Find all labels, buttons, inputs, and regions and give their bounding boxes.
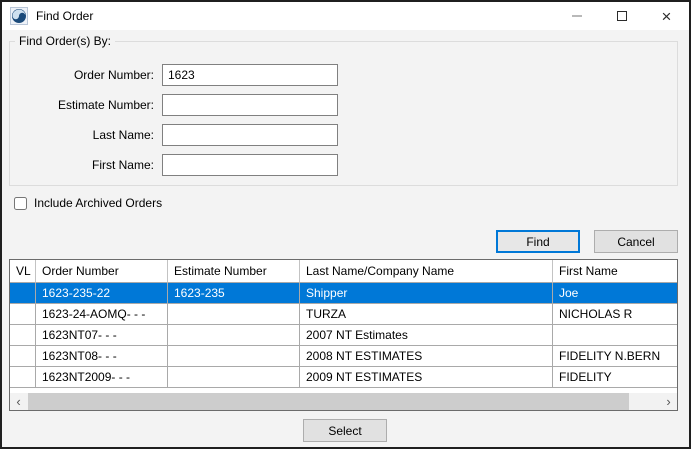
close-icon: × bbox=[661, 6, 672, 26]
cell-first-name: FIDELITY bbox=[553, 367, 677, 388]
horizontal-scrollbar[interactable]: ‹ › bbox=[10, 393, 677, 410]
table-row[interactable]: 1623NT2009- - - 2009 NT ESTIMATES FIDELI… bbox=[10, 367, 677, 388]
cell-order-number: 1623-24-AOMQ- - - bbox=[36, 304, 168, 325]
order-number-label: Order Number: bbox=[73, 68, 154, 82]
window-title: Find Order bbox=[36, 9, 94, 23]
order-number-input[interactable] bbox=[162, 64, 338, 86]
cell-last-name: 2008 NT ESTIMATES bbox=[300, 346, 553, 367]
col-header-estimate-number[interactable]: Estimate Number bbox=[168, 260, 300, 283]
first-name-row: First Name: bbox=[10, 154, 338, 176]
cell-order-number: 1623-235-22 bbox=[36, 283, 168, 304]
window-controls: × bbox=[554, 2, 689, 30]
minimize-icon bbox=[571, 15, 582, 17]
last-name-label: Last Name: bbox=[92, 128, 154, 142]
order-number-row: Order Number: bbox=[10, 64, 338, 86]
include-archived-checkbox[interactable] bbox=[14, 196, 27, 210]
table-header-row: VL Order Number Estimate Number Last Nam… bbox=[10, 260, 677, 283]
select-button[interactable]: Select bbox=[303, 419, 387, 442]
find-button[interactable]: Find bbox=[496, 230, 580, 253]
maximize-icon bbox=[616, 11, 627, 21]
scroll-right-arrow-icon[interactable]: › bbox=[660, 393, 677, 410]
cell-first-name bbox=[553, 325, 677, 346]
estimate-number-input[interactable] bbox=[162, 94, 338, 116]
cell-last-name: TURZA bbox=[300, 304, 553, 325]
cell-estimate-number bbox=[168, 346, 300, 367]
estimate-number-label: Estimate Number: bbox=[57, 98, 154, 112]
cell-vl bbox=[10, 367, 36, 388]
cell-last-name: 2007 NT Estimates bbox=[300, 325, 553, 346]
table-row[interactable]: 1623-235-22 1623-235 Shipper Joe bbox=[10, 283, 677, 304]
cell-vl bbox=[10, 304, 36, 325]
table-row[interactable]: 1623NT08- - - 2008 NT ESTIMATES FIDELITY… bbox=[10, 346, 677, 367]
include-archived-row: Include Archived Orders bbox=[14, 196, 162, 210]
cell-vl bbox=[10, 283, 36, 304]
cell-last-name: Shipper bbox=[300, 283, 553, 304]
table-row[interactable]: 1623NT07- - - 2007 NT Estimates bbox=[10, 325, 677, 346]
first-name-label: First Name: bbox=[91, 158, 154, 172]
col-header-first-name[interactable]: First Name bbox=[553, 260, 677, 283]
scrollbar-thumb[interactable] bbox=[28, 393, 630, 410]
cell-order-number: 1623NT07- - - bbox=[36, 325, 168, 346]
minimize-button[interactable] bbox=[554, 2, 599, 30]
col-header-order-number[interactable]: Order Number bbox=[36, 260, 168, 283]
cell-estimate-number bbox=[168, 325, 300, 346]
cell-vl bbox=[10, 325, 36, 346]
results-table: VL Order Number Estimate Number Last Nam… bbox=[9, 259, 678, 411]
include-archived-label: Include Archived Orders bbox=[34, 196, 163, 210]
cell-estimate-number bbox=[168, 304, 300, 325]
close-button[interactable]: × bbox=[644, 2, 689, 30]
title-bar: Find Order × bbox=[2, 2, 689, 30]
group-legend: Find Order(s) By: bbox=[19, 34, 112, 48]
cell-first-name: FIDELITY N.BERN bbox=[553, 346, 677, 367]
cell-order-number: 1623NT2009- - - bbox=[36, 367, 168, 388]
cell-estimate-number: 1623-235 bbox=[168, 283, 300, 304]
cell-first-name: NICHOLAS R bbox=[553, 304, 677, 325]
scroll-left-arrow-icon[interactable]: ‹ bbox=[10, 393, 27, 410]
maximize-button[interactable] bbox=[599, 2, 644, 30]
cell-order-number: 1623NT08- - - bbox=[36, 346, 168, 367]
cell-last-name: 2009 NT ESTIMATES bbox=[300, 367, 553, 388]
col-header-last-name[interactable]: Last Name/Company Name bbox=[300, 260, 553, 283]
cell-first-name: Joe bbox=[553, 283, 677, 304]
table-row[interactable]: 1623-24-AOMQ- - - TURZA NICHOLAS R bbox=[10, 304, 677, 325]
col-header-vl[interactable]: VL bbox=[10, 260, 36, 283]
first-name-input[interactable] bbox=[162, 154, 338, 176]
last-name-input[interactable] bbox=[162, 124, 338, 146]
app-logo-icon bbox=[10, 7, 28, 25]
scrollbar-track[interactable] bbox=[27, 393, 660, 410]
last-name-row: Last Name: bbox=[10, 124, 338, 146]
cell-estimate-number bbox=[168, 367, 300, 388]
cancel-button[interactable]: Cancel bbox=[594, 230, 678, 253]
estimate-number-row: Estimate Number: bbox=[10, 94, 338, 116]
cell-vl bbox=[10, 346, 36, 367]
find-order-dialog: Find Order × Find Order(s) By: Order Num… bbox=[0, 0, 691, 449]
